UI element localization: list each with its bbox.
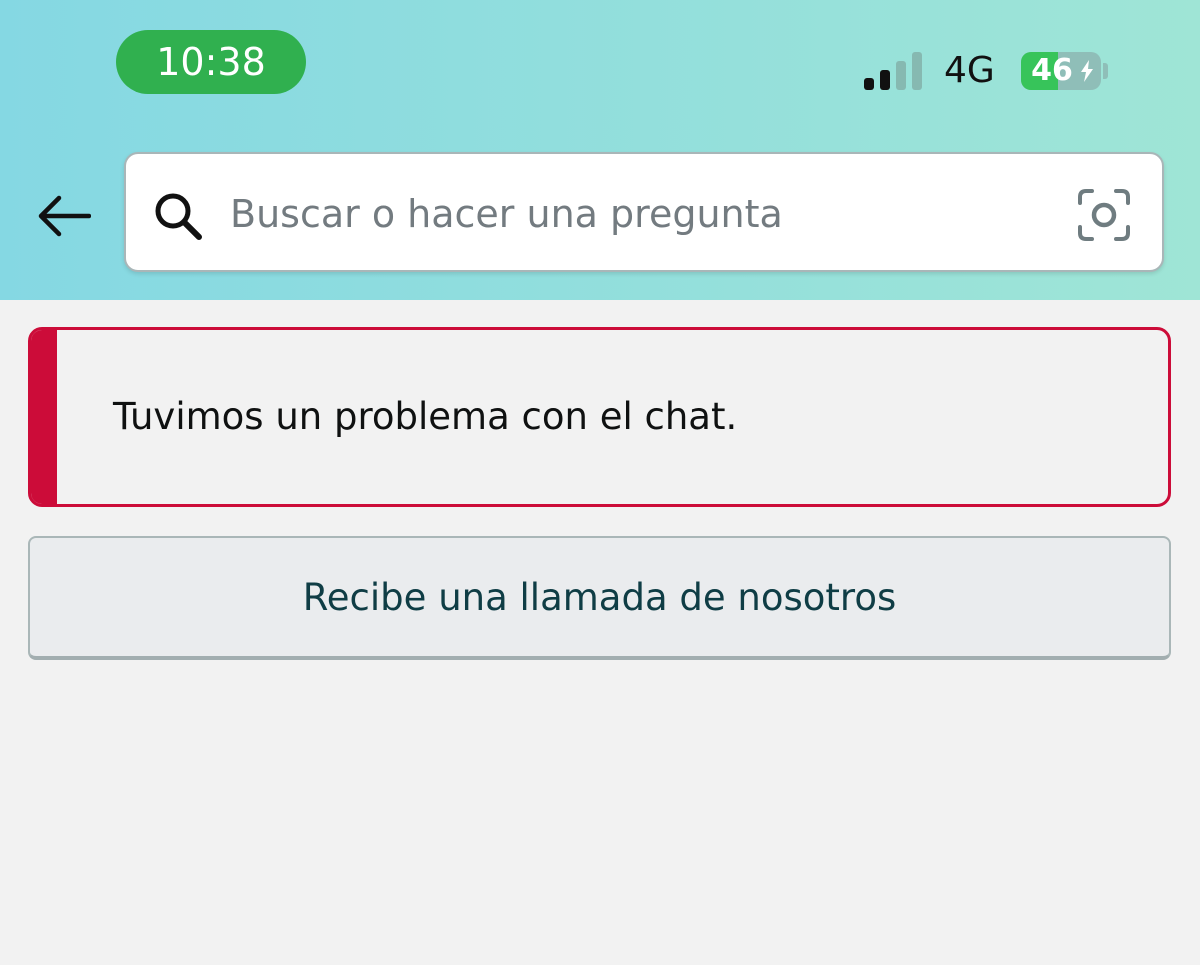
cellular-signal-icon [864,52,922,90]
back-button[interactable] [28,184,98,248]
camera-icon[interactable] [1076,187,1132,243]
battery-level: 46 [1031,53,1073,88]
battery-indicator: 46 [1021,52,1101,90]
charging-bolt-icon [1081,60,1093,82]
request-call-button[interactable]: Recibe una llamada de nosotros [28,536,1171,660]
arrow-left-icon [38,195,91,237]
search-bar[interactable] [124,152,1164,272]
request-call-label: Recibe una llamada de nosotros [302,575,897,619]
network-type: 4G [944,50,995,91]
search-input[interactable] [230,184,1050,244]
status-time: 10:38 [116,30,306,94]
alert-accent-bar [31,330,57,504]
alert-message: Tuvimos un problema con el chat. [113,395,738,438]
battery-cap [1103,63,1108,79]
search-icon [155,193,202,240]
app-header: 10:38 4G 46 [0,0,1200,300]
error-alert: Tuvimos un problema con el chat. [28,327,1171,507]
